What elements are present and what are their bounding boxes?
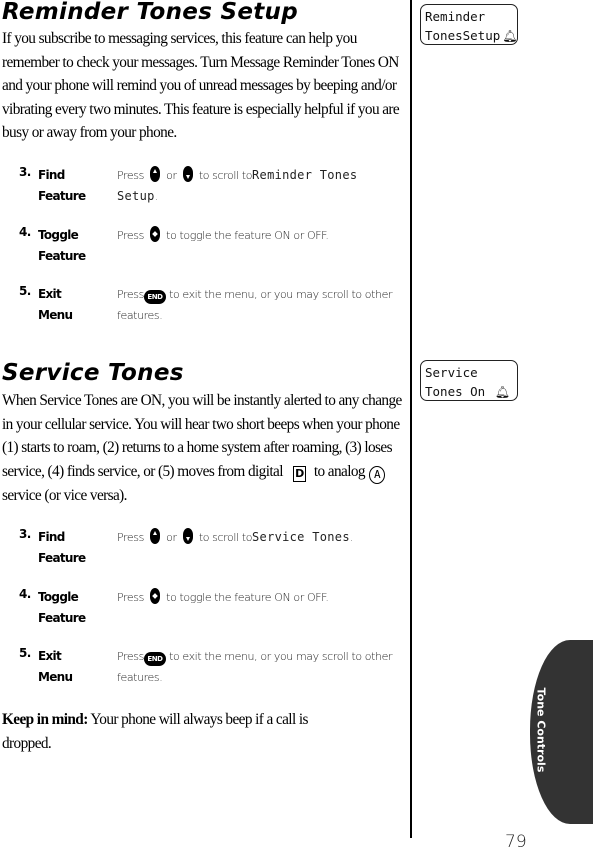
section-tab-label: Tone Controls xyxy=(534,687,548,773)
step-number: 4. xyxy=(19,225,31,239)
step-label: Toggle Feature xyxy=(38,228,86,263)
section-title-reminder-tones: Reminder Tones Setup xyxy=(2,0,298,25)
step-description: Press to toggle the feature ON or OFF. xyxy=(117,587,402,608)
analog-mode-icon: A xyxy=(368,465,385,484)
down-key-icon xyxy=(182,166,193,182)
step-description: Press or to scroll toService Tones. xyxy=(117,528,353,544)
down-key-icon xyxy=(182,528,193,544)
up-key-icon xyxy=(150,166,161,182)
page-number: 79 xyxy=(505,832,527,852)
select-key-icon xyxy=(150,226,161,242)
step-label: Toggle Feature xyxy=(38,590,86,625)
end-key-icon: END xyxy=(143,290,166,304)
section-body-reminder-tones: If you subscribe to messaging services, … xyxy=(2,30,400,141)
step-number: 5. xyxy=(19,646,31,660)
keep-in-mind-note: Keep in mind: Your phone will always bee… xyxy=(2,708,342,755)
phone-display-service: Service Tones On 🔔︎ xyxy=(420,360,518,401)
up-key-icon xyxy=(150,528,161,544)
step-label: Exit Menu xyxy=(38,649,73,684)
step-description: Press or to scroll toReminder Tones Setu… xyxy=(117,166,358,203)
step-description: Press to toggle the feature ON or OFF. xyxy=(117,225,402,246)
phone-display-reminder: Reminder TonesSetup 🔔︎ xyxy=(420,4,518,45)
step-number: 3. xyxy=(19,527,31,541)
end-key-icon: END xyxy=(143,652,166,666)
step-number: 5. xyxy=(19,284,31,298)
section-title-service-tones: Service Tones xyxy=(2,360,184,386)
step-description: Press END to exit the menu, or you may sc… xyxy=(117,650,393,684)
digital-mode-icon: D xyxy=(292,465,306,482)
step-number: 4. xyxy=(19,587,31,601)
step-number: 3. xyxy=(19,165,31,179)
step-label: Find Feature xyxy=(38,168,86,203)
bell-icon: 🔔︎ xyxy=(502,29,518,43)
note-label: Keep in mind: xyxy=(2,711,88,728)
step-description: Press END to exit the menu, or you may sc… xyxy=(117,288,393,322)
step-label: Exit Menu xyxy=(38,287,73,322)
lcd-target-text: Service Tones xyxy=(252,530,350,544)
section-body-service-tones: When Service Tones are ON, you will be i… xyxy=(2,392,402,504)
margin-divider xyxy=(410,0,412,838)
step-label: Find Feature xyxy=(38,530,86,565)
bell-icon: 🔔︎ xyxy=(494,385,510,399)
select-key-icon xyxy=(150,588,161,604)
